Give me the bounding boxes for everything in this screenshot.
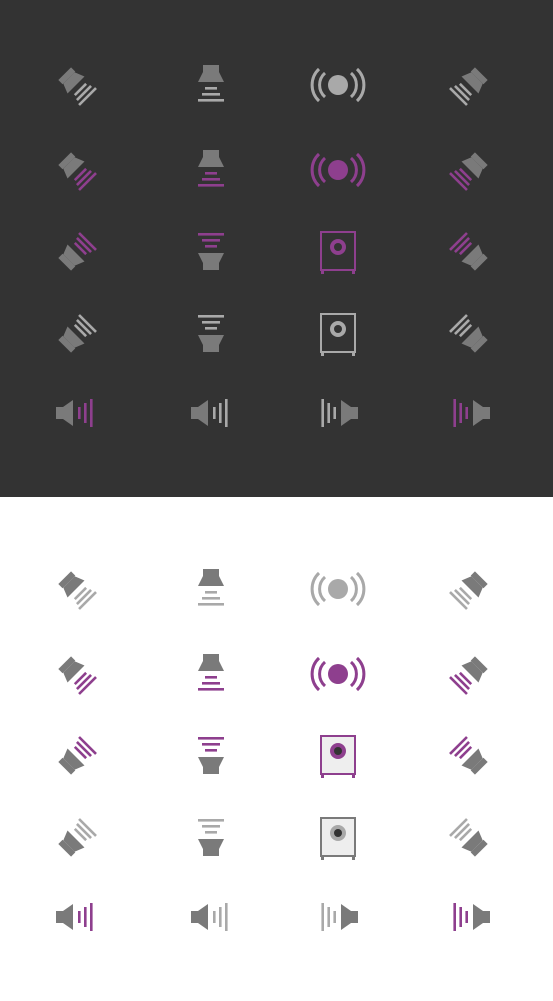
subwoofer-icon-active[interactable] [308, 223, 368, 283]
side-right-speaker-icon-active[interactable] [440, 887, 500, 947]
surround-speaker-icon-active[interactable] [308, 644, 368, 704]
front-left-speaker-icon[interactable] [46, 559, 106, 619]
side-left-speaker-icon-active[interactable] [46, 887, 106, 947]
side-right-speaker-icon-active[interactable] [440, 383, 500, 443]
rear-right-speaker-icon-active[interactable] [440, 223, 500, 283]
front-right-speaker-icon[interactable] [440, 55, 500, 115]
center-speaker-icon-active[interactable] [181, 140, 241, 200]
surround-speaker-icon-active[interactable] [308, 140, 368, 200]
rear-left-speaker-icon-active[interactable] [46, 223, 106, 283]
rear-right-speaker-icon[interactable] [440, 809, 500, 869]
surround-speaker-icon[interactable] [308, 559, 368, 619]
center-speaker-icon[interactable] [181, 55, 241, 115]
side-right-speaker-icon[interactable] [308, 887, 368, 947]
rear-center-speaker-icon-active[interactable] [181, 727, 241, 787]
center-speaker-icon[interactable] [181, 559, 241, 619]
front-left-speaker-icon[interactable] [46, 55, 106, 115]
side-left-speaker-icon[interactable] [181, 383, 241, 443]
side-right-speaker-icon[interactable] [308, 383, 368, 443]
front-right-speaker-icon-active[interactable] [440, 644, 500, 704]
rear-center-speaker-icon-active[interactable] [181, 223, 241, 283]
front-left-speaker-icon-active[interactable] [46, 140, 106, 200]
rear-center-speaker-icon[interactable] [181, 305, 241, 365]
subwoofer-icon[interactable] [308, 809, 368, 869]
subwoofer-icon[interactable] [308, 305, 368, 365]
center-speaker-icon-active[interactable] [181, 644, 241, 704]
front-right-speaker-icon[interactable] [440, 559, 500, 619]
rear-left-speaker-icon-active[interactable] [46, 727, 106, 787]
rear-left-speaker-icon[interactable] [46, 305, 106, 365]
rear-left-speaker-icon[interactable] [46, 809, 106, 869]
front-right-speaker-icon-active[interactable] [440, 140, 500, 200]
rear-right-speaker-icon-active[interactable] [440, 727, 500, 787]
surround-speaker-icon[interactable] [308, 55, 368, 115]
side-left-speaker-icon-active[interactable] [46, 383, 106, 443]
side-left-speaker-icon[interactable] [181, 887, 241, 947]
subwoofer-icon-active[interactable] [308, 727, 368, 787]
rear-center-speaker-icon[interactable] [181, 809, 241, 869]
front-left-speaker-icon-active[interactable] [46, 644, 106, 704]
rear-right-speaker-icon[interactable] [440, 305, 500, 365]
